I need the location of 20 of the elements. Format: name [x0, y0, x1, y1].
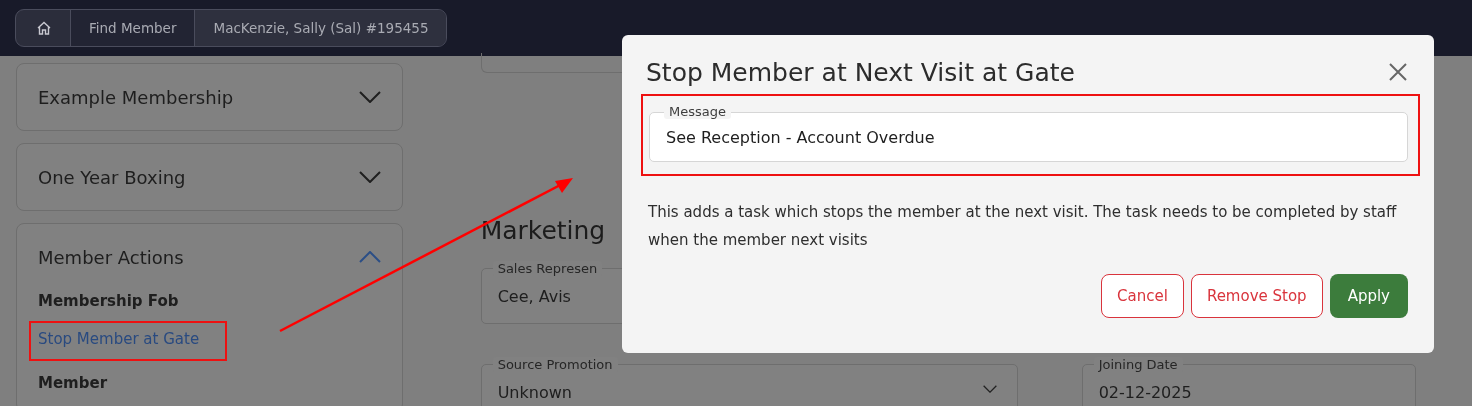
outline-button[interactable]: Cancel	[1101, 274, 1184, 318]
field-label: Source Promotion	[492, 357, 618, 372]
section-heading: Marketing	[480, 215, 606, 245]
action-heading: Member	[38, 373, 108, 393]
dropdown-icon[interactable]	[982, 385, 997, 393]
panel-title[interactable]: Example Membership	[38, 86, 234, 108]
field-label: Message	[664, 104, 731, 119]
dialog-title: Stop Member at Next Visit at Gate	[646, 57, 1075, 87]
field-label: Joining Date	[1093, 357, 1183, 372]
panel-title[interactable]: One Year Boxing	[38, 166, 186, 188]
close-icon[interactable]	[1388, 62, 1408, 82]
field-label: Sales Represen	[492, 261, 603, 276]
outline-button[interactable]: Remove Stop	[1190, 274, 1323, 318]
expand-icon[interactable]	[358, 171, 381, 183]
action-heading: Membership Fob	[38, 291, 179, 311]
panel-title[interactable]: Member Actions	[38, 246, 184, 268]
breadcrumb-item[interactable]: Find Member	[71, 10, 196, 46]
apply-button[interactable]: Apply	[1329, 274, 1408, 318]
description-text: This adds a task which stops the member at the next visit. The task needs to be completed by staff when the member next visits	[647, 202, 1398, 251]
expand-icon[interactable]	[358, 91, 381, 103]
